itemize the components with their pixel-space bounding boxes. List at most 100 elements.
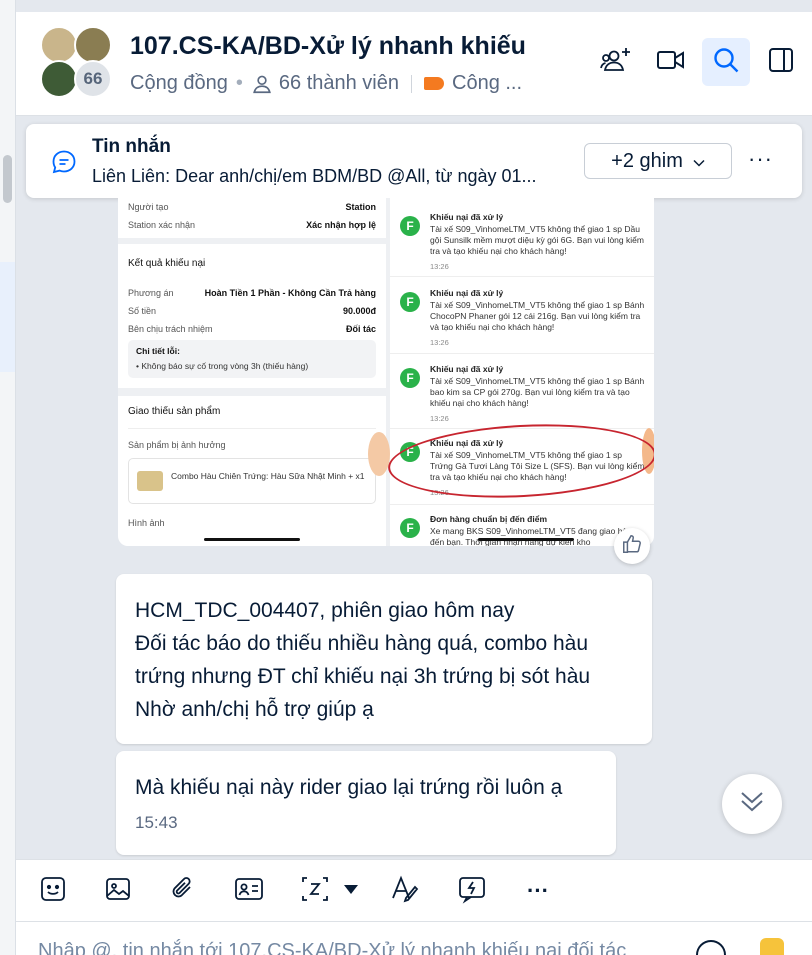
sticker-icon — [39, 875, 67, 908]
plan-value: Hoàn Tiền 1 Phần - Không Cần Trả hàng — [204, 288, 376, 298]
amount-value: 90.000đ — [342, 306, 376, 316]
message-time: 15:43 — [135, 813, 178, 832]
screenshot-options-button[interactable] — [340, 876, 362, 906]
search-icon — [712, 46, 740, 79]
confirm-label: Station xác nhận — [128, 220, 196, 230]
quick-like-icon[interactable] — [760, 938, 784, 955]
phone-home-indicator — [478, 538, 574, 541]
message-input[interactable]: Nhập @, tin nhắn tới 107.CS-KA/BD-Xử lý … — [38, 940, 626, 955]
contact-card-button[interactable] — [234, 876, 264, 906]
quick-message-icon — [457, 874, 487, 909]
image-icon — [104, 875, 132, 908]
format-text-button[interactable] — [390, 874, 420, 909]
app-badge-icon: F — [400, 518, 420, 538]
divider — [390, 504, 654, 505]
conversation-list-edge — [0, 0, 16, 955]
member-count-badge: 66 — [74, 60, 112, 98]
quick-message-button[interactable] — [457, 876, 487, 906]
screenshot-button[interactable] — [300, 876, 330, 906]
notification-title: Đơn hàng chuẩn bị đến điểm — [430, 514, 548, 524]
search-button[interactable] — [702, 38, 750, 86]
notification-title: Khiếu nại đã xử lý — [430, 212, 504, 222]
emoji-icon[interactable] — [696, 940, 726, 955]
add-member-button[interactable] — [592, 38, 640, 86]
divider — [128, 428, 376, 429]
sidebar-toggle-button[interactable] — [757, 38, 805, 86]
video-call-button[interactable] — [647, 38, 695, 86]
notification-time: 13:26 — [430, 338, 449, 347]
app-badge-icon: F — [400, 368, 420, 388]
contact-card-icon — [234, 875, 264, 908]
divider — [390, 353, 654, 354]
product-item: Combo Hàu Chiên Trứng: Hàu Sữa Nhật Minh… — [128, 458, 376, 504]
message-bubble[interactable]: Mà khiếu nại này rider giao lại trứng rồ… — [116, 751, 616, 855]
composer-toolbar: ··· — [16, 859, 812, 921]
notification-item: F Khiếu nại đã xử lý Tài xế S09_VinhomeL… — [398, 288, 648, 352]
message-bubble[interactable]: HCM_TDC_004407, phiên giao hôm nay Đối t… — [116, 574, 652, 744]
pinned-count-label: +2 ghim — [611, 149, 683, 172]
divider — [390, 276, 654, 277]
group-avatar[interactable]: 66 — [40, 26, 115, 101]
conversation-list-scrollbar[interactable] — [3, 155, 12, 203]
message-composer[interactable]: Nhập @, tin nhắn tới 107.CS-KA/BD-Xử lý … — [16, 921, 812, 955]
react-button[interactable] — [614, 528, 650, 564]
notification-item: F Đơn hàng chuẩn bị đến điểm Xe mang BKS… — [398, 514, 648, 546]
message-line: Nhờ anh/chị hỗ trợ giúp ạ — [135, 698, 374, 721]
notification-body: Tài xế S09_VinhomeLTM_VT5 không thể giao… — [430, 376, 645, 408]
amount-label: Số tiền — [128, 306, 157, 316]
sticker-button[interactable] — [38, 876, 68, 906]
message-line: Đối tác báo do thiếu nhiều hàng quá, com… — [135, 632, 589, 655]
creator-value: Station — [345, 202, 377, 212]
info-card: Người tạo Station Station xác nhận Xác n… — [118, 198, 386, 238]
creator-label: Người tạo — [128, 202, 169, 212]
divider — [411, 74, 412, 93]
window-top-band — [0, 0, 812, 12]
category-tag[interactable]: Công ... — [452, 72, 522, 95]
community-label: Cộng đồng — [130, 72, 228, 94]
product-thumbnail — [137, 471, 163, 491]
plan-label: Phương án — [128, 288, 174, 298]
members-link[interactable]: 66 thành viên — [279, 72, 399, 95]
sidebar-toggle-icon — [768, 47, 794, 78]
notification-title: Khiếu nại đã xử lý — [430, 288, 504, 298]
image-button[interactable] — [103, 876, 133, 906]
image-label: Hình ảnh — [128, 518, 165, 528]
group-title[interactable]: 107.CS-KA/BD-Xử lý nhanh khiếu — [130, 32, 526, 61]
pinned-count-button[interactable]: +2 ghim — [584, 143, 732, 179]
scroll-to-bottom-button[interactable] — [722, 774, 782, 834]
pinned-more-button[interactable]: ··· — [748, 146, 773, 172]
party-label: Bên chịu trách nhiệm — [128, 324, 213, 334]
format-text-icon — [390, 874, 420, 909]
member-avatar — [74, 26, 112, 64]
group-subtitle: Cộng đồng • 66 thành viên Công ... — [130, 72, 522, 95]
more-tools-button[interactable]: ··· — [523, 876, 553, 906]
result-card: Kết quả khiếu nại Phương án Hoàn Tiền 1 … — [118, 244, 386, 388]
error-detail-box: Chi tiết lỗi: • Không báo sự cố trong vò… — [128, 340, 376, 378]
affected-label: Sản phẩm bị ảnh hưởng — [128, 440, 226, 450]
pinned-preview: Liên Liên: Dear anh/chị/em BDM/BD @All, … — [92, 166, 537, 186]
notification-body: Xe mang BKS S09_VinhomeLTM_VT5 đang giao… — [430, 526, 637, 546]
image-message[interactable]: Người tạo Station Station xác nhận Xác n… — [118, 198, 654, 546]
notification-item: F Khiếu nại đã xử lý Tài xế S09_VinhomeL… — [398, 212, 648, 276]
sticker-face — [368, 432, 390, 476]
result-title: Kết quả khiếu nại — [128, 258, 206, 269]
message-line: trứng nhưng ĐT chỉ khiếu nại 3h trứng bị… — [135, 665, 591, 688]
missing-title: Giao thiếu sản phẩm — [128, 406, 221, 417]
app-badge-icon: F — [400, 216, 420, 236]
pinned-title: Tin nhắn — [92, 136, 171, 157]
notification-item: F Khiếu nại đã xử lý Tài xế S09_VinhomeL… — [398, 364, 648, 428]
confirm-value: Xác nhận hợp lệ — [306, 220, 376, 230]
chevron-down-icon — [693, 150, 705, 173]
attachment-button[interactable] — [168, 876, 198, 906]
tag-icon — [424, 77, 444, 90]
pinned-message-bar[interactable]: Tin nhắn Liên Liên: Dear anh/chị/em BDM/… — [26, 124, 802, 198]
dropdown-arrow-icon — [344, 882, 358, 900]
video-call-icon — [656, 48, 686, 77]
header-actions — [592, 38, 812, 86]
notification-body: Tài xế S09_VinhomeLTM_VT5 không thể giao… — [430, 300, 645, 332]
party-value: Đối tác — [345, 324, 376, 334]
error-text: • Không báo sự cố trong vòng 3h (thiếu h… — [136, 361, 309, 371]
product-text: Combo Hàu Chiên Trứng: Hàu Sữa Nhật Minh… — [171, 471, 365, 481]
missing-items-card: Giao thiếu sản phẩm Sản phẩm bị ảnh hưởn… — [118, 396, 386, 546]
message-line: Mà khiếu nại này rider giao lại trứng rồ… — [135, 776, 563, 799]
